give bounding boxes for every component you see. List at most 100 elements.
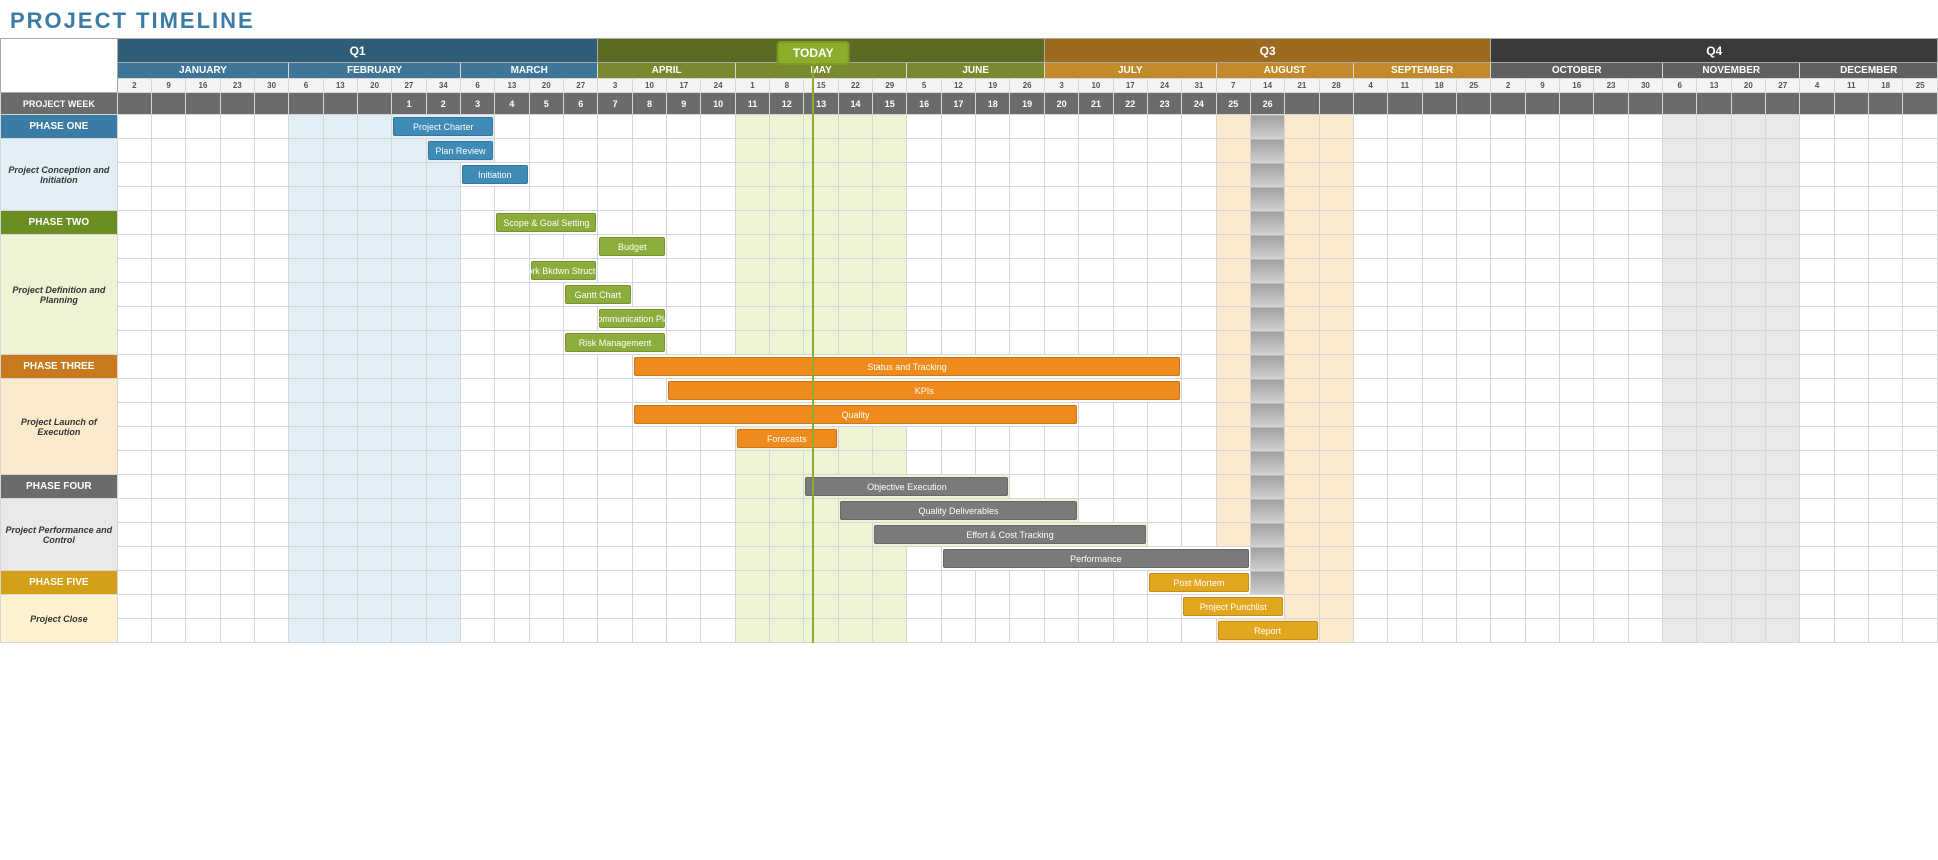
grid-cell xyxy=(254,427,288,451)
project-week-number: 22 xyxy=(1113,93,1147,115)
week-date: 17 xyxy=(667,79,701,93)
task-bar[interactable]: Effort & Cost Tracking xyxy=(874,525,1146,544)
task-bar[interactable]: Performance xyxy=(943,549,1249,568)
grid-cell xyxy=(151,499,185,523)
grid-cell xyxy=(323,259,357,283)
grid-cell xyxy=(1388,187,1422,211)
task-bar[interactable]: Scope & Goal Setting xyxy=(496,213,596,232)
grid-cell xyxy=(186,211,220,235)
grid-cell xyxy=(770,523,804,547)
grid-cell xyxy=(1044,571,1078,595)
grid-cell xyxy=(1766,523,1800,547)
grid-cell xyxy=(186,331,220,355)
grid-cell xyxy=(1869,451,1903,475)
task-bar[interactable]: Project Charter xyxy=(393,117,493,136)
grid-cell xyxy=(804,331,838,355)
grid-cell xyxy=(323,499,357,523)
grid-cell xyxy=(495,427,529,451)
task-bar[interactable]: Quality Deliverables xyxy=(840,501,1078,520)
grid-cell xyxy=(1319,307,1353,331)
grid-cell xyxy=(701,427,735,451)
month-header: DECEMBER xyxy=(1800,63,1938,79)
project-week-number xyxy=(1491,93,1525,115)
grid-cell xyxy=(151,115,185,139)
grid-cell xyxy=(117,115,151,139)
month-header: OCTOBER xyxy=(1491,63,1663,79)
grid-cell xyxy=(1800,283,1834,307)
grid-cell xyxy=(426,307,460,331)
grid-cell xyxy=(976,427,1010,451)
project-week-number xyxy=(1319,93,1353,115)
grid-cell xyxy=(323,619,357,643)
task-cell: Project Punchlist xyxy=(1182,595,1285,619)
month-header: AUGUST xyxy=(1216,63,1353,79)
grid-cell xyxy=(1594,283,1628,307)
grid-cell xyxy=(976,331,1010,355)
grid-cell xyxy=(1869,211,1903,235)
grid-cell xyxy=(1079,307,1113,331)
grid-cell xyxy=(1044,139,1078,163)
task-bar[interactable]: Plan Review xyxy=(428,141,494,160)
project-week-number xyxy=(186,93,220,115)
grid-cell xyxy=(1182,475,1216,499)
grid-cell xyxy=(735,331,769,355)
grid-cell xyxy=(1525,499,1559,523)
grid-cell xyxy=(1079,259,1113,283)
task-bar[interactable]: Forecasts xyxy=(737,429,837,448)
week-date: 20 xyxy=(529,79,563,93)
grid-cell xyxy=(1663,499,1697,523)
grid-cell xyxy=(1766,499,1800,523)
grid-cell xyxy=(495,235,529,259)
grid-cell xyxy=(1697,211,1731,235)
task-bar[interactable]: Project Punchlist xyxy=(1183,597,1283,616)
grid-cell xyxy=(1628,379,1662,403)
grid-cell xyxy=(1319,379,1353,403)
grid-cell xyxy=(1010,619,1045,643)
task-bar[interactable]: Quality xyxy=(634,405,1077,424)
project-week-number: 19 xyxy=(1010,93,1045,115)
grid-cell xyxy=(426,259,460,283)
task-bar[interactable]: Initiation xyxy=(462,165,528,184)
grid-cell xyxy=(1113,139,1147,163)
grid-cell xyxy=(1834,619,1868,643)
grid-cell xyxy=(1010,259,1045,283)
grid-cell xyxy=(1628,307,1662,331)
grid-cell xyxy=(1147,235,1181,259)
grid-cell xyxy=(1010,427,1045,451)
week-date: 20 xyxy=(357,79,391,93)
grid-cell xyxy=(598,163,632,187)
grid-cell xyxy=(1731,499,1765,523)
task-bar[interactable]: Gantt Chart xyxy=(565,285,631,304)
task-bar[interactable]: Risk Management xyxy=(565,333,665,352)
task-bar[interactable]: Budget xyxy=(599,237,665,256)
grid-cell xyxy=(495,403,529,427)
grid-cell xyxy=(151,355,185,379)
grid-cell xyxy=(220,139,254,163)
grid-cell xyxy=(1113,115,1147,139)
grid-cell xyxy=(1456,427,1491,451)
task-bar[interactable]: Post Mortem xyxy=(1149,573,1249,592)
grid-cell xyxy=(1147,283,1181,307)
grid-cell xyxy=(289,307,323,331)
grid-cell xyxy=(1903,259,1938,283)
grid-cell xyxy=(1422,235,1456,259)
task-bar[interactable]: Work Bkdwn Structure xyxy=(531,261,597,280)
grid-cell xyxy=(1903,619,1938,643)
task-bar[interactable]: Report xyxy=(1218,621,1318,640)
task-bar[interactable]: KPIs xyxy=(668,381,1180,400)
grid-cell xyxy=(1216,355,1250,379)
grid-cell xyxy=(1010,211,1045,235)
task-bar[interactable]: Objective Execution xyxy=(805,477,1008,496)
grid-cell xyxy=(1594,307,1628,331)
grid-cell xyxy=(1491,499,1525,523)
grid-cell xyxy=(1250,547,1284,571)
task-bar[interactable]: Communication Plan xyxy=(599,309,665,328)
grid-cell xyxy=(186,547,220,571)
task-bar[interactable]: Status and Tracking xyxy=(634,357,1180,376)
week-date: 3 xyxy=(598,79,632,93)
week-date: 6 xyxy=(1663,79,1697,93)
grid-cell xyxy=(1628,451,1662,475)
grid-cell xyxy=(632,283,666,307)
grid-cell xyxy=(323,571,357,595)
grid-cell xyxy=(1491,235,1525,259)
